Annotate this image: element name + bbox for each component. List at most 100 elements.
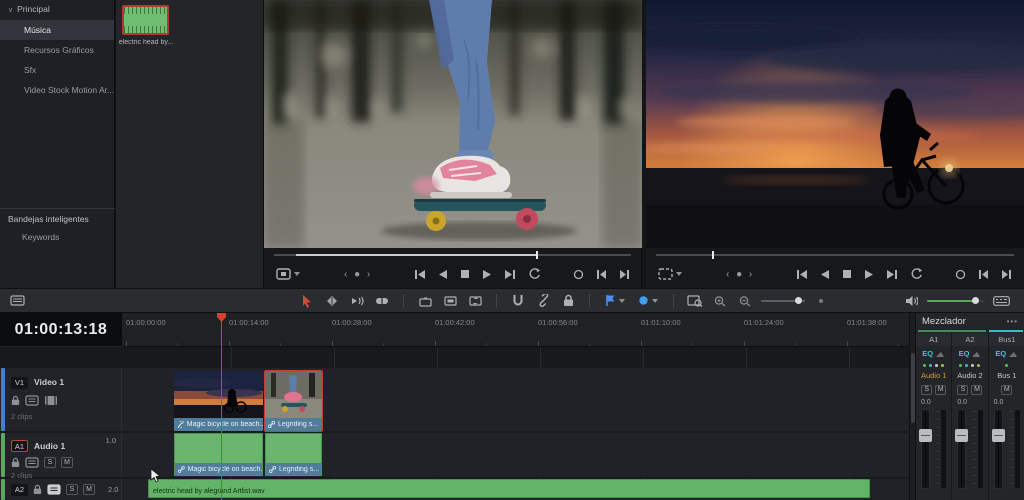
auto-select-icon[interactable] bbox=[25, 457, 39, 468]
first-frame-button[interactable] bbox=[796, 265, 808, 283]
auto-select-icon[interactable] bbox=[47, 484, 61, 495]
strip-eq[interactable]: EQ bbox=[989, 346, 1024, 361]
timeline-view-options-icon[interactable] bbox=[8, 292, 26, 310]
strip-channel[interactable]: A1 bbox=[916, 333, 951, 346]
scrub-playhead[interactable] bbox=[712, 251, 714, 259]
flag-button[interactable] bbox=[602, 292, 628, 310]
lock-icon[interactable] bbox=[33, 484, 42, 495]
scrub-playhead[interactable] bbox=[536, 251, 538, 259]
mixer-menu-button[interactable]: ••• bbox=[1007, 317, 1018, 326]
track-badge[interactable]: A1 bbox=[11, 440, 28, 452]
strip-solo-button[interactable]: S bbox=[921, 385, 932, 395]
last-frame-button[interactable] bbox=[886, 265, 898, 283]
fader-track[interactable] bbox=[957, 409, 966, 489]
timeline-scrubber[interactable] bbox=[656, 254, 1014, 256]
timeline-zoom-tool[interactable] bbox=[736, 292, 754, 310]
next-edit-button[interactable] bbox=[619, 265, 630, 283]
sidebar-item-musica[interactable]: Música bbox=[0, 20, 114, 40]
first-frame-button[interactable] bbox=[414, 265, 426, 283]
sidebar-item-keywords[interactable]: Keywords bbox=[22, 232, 59, 242]
viewer-mode-button[interactable] bbox=[658, 265, 682, 283]
snapping-toggle[interactable] bbox=[509, 292, 527, 310]
play-reverse-button[interactable] bbox=[820, 265, 830, 283]
blade-edit-mode-tool[interactable] bbox=[373, 292, 391, 310]
video-clip-magic-bicycle[interactable]: Magic bicycle on beach... bbox=[174, 371, 263, 431]
play-forward-button[interactable] bbox=[864, 265, 874, 283]
sidebar-item-sfx[interactable]: Sfx bbox=[0, 60, 114, 80]
overwrite-clip-button[interactable] bbox=[441, 292, 459, 310]
volume-handle[interactable] bbox=[972, 297, 979, 304]
fader-handle[interactable] bbox=[955, 429, 968, 442]
loop-button[interactable] bbox=[528, 265, 541, 283]
prev-edit-button[interactable] bbox=[978, 265, 989, 283]
solo-button[interactable]: S bbox=[66, 484, 78, 495]
trim-edit-mode-tool[interactable] bbox=[323, 292, 341, 310]
viewer-mode-button[interactable] bbox=[276, 265, 300, 283]
track-header-a1[interactable]: A1Audio 11.0 S M 2 clips bbox=[6, 433, 122, 477]
video1-lane[interactable] bbox=[0, 368, 909, 431]
playhead[interactable] bbox=[221, 313, 222, 500]
track-badge[interactable]: V1 bbox=[11, 377, 28, 389]
strip-mute-button[interactable]: M bbox=[935, 385, 946, 395]
strip-mute-button[interactable]: M bbox=[971, 385, 982, 395]
sidebar-item-video-stock[interactable]: Video Stock Motion Ar... bbox=[0, 80, 114, 100]
filmstrip-icon[interactable] bbox=[44, 395, 58, 406]
strip-eq[interactable]: EQ bbox=[952, 346, 987, 361]
strip-mute-button[interactable]: M bbox=[1001, 385, 1012, 395]
track-header-v1[interactable]: V1Video 1 2 clips bbox=[6, 368, 122, 431]
play-reverse-button[interactable] bbox=[438, 265, 448, 283]
selection-mode-tool[interactable] bbox=[298, 292, 316, 310]
lock-icon[interactable] bbox=[11, 395, 20, 406]
keyboard-icon[interactable] bbox=[992, 292, 1010, 310]
auto-select-icon[interactable] bbox=[25, 395, 39, 406]
strip-channel[interactable]: Bus1 bbox=[989, 333, 1024, 346]
source-scrubber[interactable] bbox=[274, 254, 631, 256]
zoom-slider-handle[interactable] bbox=[795, 297, 802, 304]
media-clip-thumbnail[interactable] bbox=[122, 5, 169, 35]
bin-root-row[interactable]: ∨Principal bbox=[0, 0, 114, 14]
fader-handle[interactable] bbox=[919, 429, 932, 442]
source-viewer-image[interactable] bbox=[264, 0, 642, 248]
last-frame-button[interactable] bbox=[504, 265, 516, 283]
match-frame-button[interactable] bbox=[573, 265, 584, 283]
fader-track[interactable] bbox=[994, 409, 1003, 489]
timeline-body[interactable]: V1Video 1 2 clips A1Audio 11.0 S M 2 cli… bbox=[0, 347, 909, 500]
link-clips-toggle[interactable] bbox=[534, 292, 552, 310]
video-clip-legriding[interactable]: Legriding s... bbox=[265, 371, 322, 431]
lock-icon[interactable] bbox=[11, 457, 20, 468]
insert-clip-button[interactable] bbox=[416, 292, 434, 310]
prev-edit-button[interactable] bbox=[596, 265, 607, 283]
strip-eq[interactable]: EQ bbox=[916, 346, 951, 361]
sidebar-item-recursos-graficos[interactable]: Recursos Gráficos bbox=[0, 40, 114, 60]
timeline-zoom-full-tool[interactable] bbox=[711, 292, 729, 310]
timeline-zoom-box-tool[interactable] bbox=[686, 292, 704, 310]
strip-channel[interactable]: A2 bbox=[952, 333, 987, 346]
stop-button[interactable] bbox=[842, 265, 852, 283]
mute-button[interactable]: M bbox=[61, 457, 73, 468]
zoom-slider[interactable] bbox=[761, 300, 805, 302]
fader-track[interactable] bbox=[921, 409, 930, 489]
detail-zoom-icon[interactable] bbox=[812, 292, 830, 310]
stop-button[interactable] bbox=[460, 265, 470, 283]
jog-control[interactable]: ‹ ● › bbox=[726, 265, 754, 283]
play-forward-button[interactable] bbox=[482, 265, 492, 283]
music-clip-electric-head[interactable]: electric head by alegrand Artlist.wav bbox=[148, 479, 870, 498]
jog-control[interactable]: ‹ ● › bbox=[344, 265, 372, 283]
audio-clip-legriding[interactable]: Legriding s... bbox=[265, 433, 322, 476]
volume-slider[interactable] bbox=[927, 300, 985, 302]
fader-handle[interactable] bbox=[992, 429, 1005, 442]
loop-button[interactable] bbox=[910, 265, 923, 283]
solo-button[interactable]: S bbox=[44, 457, 56, 468]
timeline-viewer-image[interactable] bbox=[646, 0, 1024, 248]
speaker-icon[interactable] bbox=[902, 292, 920, 310]
audio-clip-magic-bicycle[interactable]: Magic bicycle on beach... bbox=[174, 433, 263, 476]
mute-button[interactable]: M bbox=[83, 484, 95, 495]
strip-solo-button[interactable]: S bbox=[957, 385, 968, 395]
replace-clip-button[interactable] bbox=[466, 292, 484, 310]
audio1-lane[interactable] bbox=[0, 433, 909, 477]
dynamic-trim-mode-tool[interactable] bbox=[348, 292, 366, 310]
match-frame-button[interactable] bbox=[955, 265, 966, 283]
timeline-ruler[interactable]: 01:00:00:00 01:00:14:00 01:00:28:00 01:0… bbox=[122, 313, 909, 347]
next-edit-button[interactable] bbox=[1001, 265, 1012, 283]
marker-button[interactable] bbox=[635, 292, 661, 310]
